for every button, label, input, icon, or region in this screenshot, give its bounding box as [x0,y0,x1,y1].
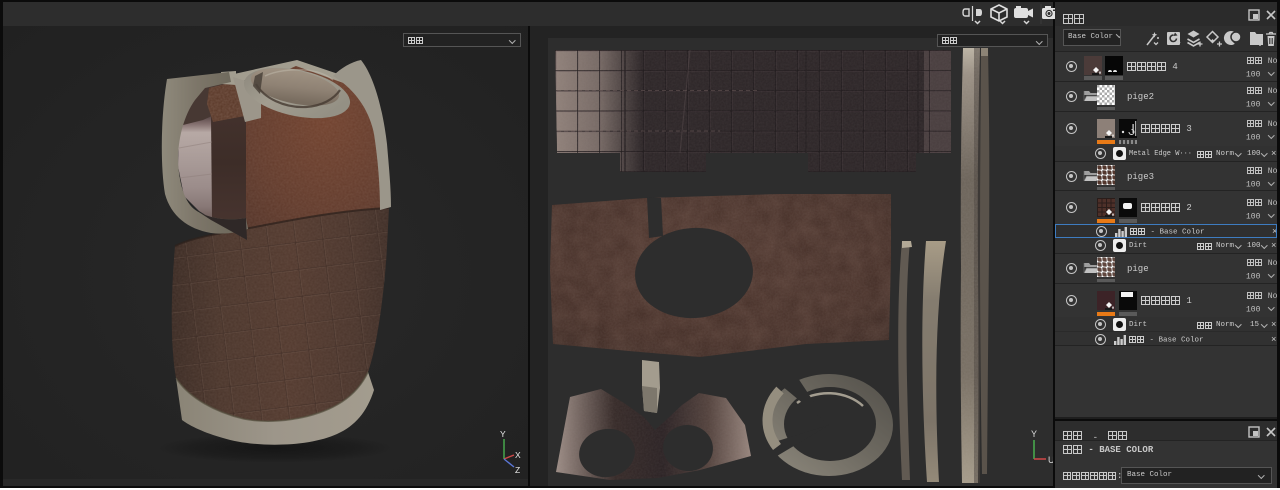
svg-text:X: X [515,450,521,460]
svg-text:Z: Z [515,465,520,475]
svg-text:U: U [1048,455,1053,465]
svg-text:Y: Y [1031,429,1037,439]
svg-text:Y: Y [500,429,506,439]
